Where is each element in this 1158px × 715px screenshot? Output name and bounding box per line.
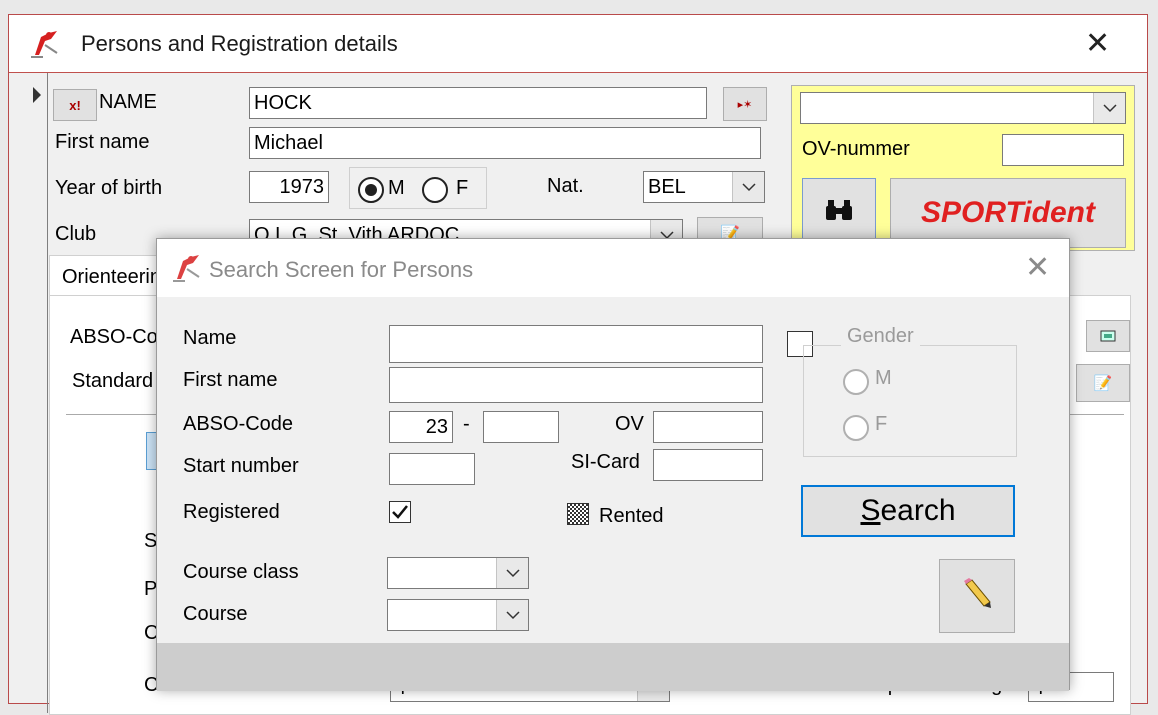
standard-edit-button[interactable]: 📝 <box>1076 364 1130 402</box>
abso-action-button[interactable] <box>1086 320 1130 352</box>
si-card-label: SI-Card <box>571 451 640 473</box>
gender-group: M F <box>349 167 487 209</box>
clear-search-button[interactable] <box>939 559 1015 633</box>
search-button[interactable]: Search <box>801 485 1015 537</box>
first-name-field[interactable]: Michael <box>249 127 761 159</box>
search-ov-label: OV <box>615 413 644 435</box>
si-dropdown[interactable] <box>800 92 1126 124</box>
checkmark-icon <box>390 505 410 527</box>
pencil-eraser-icon <box>960 576 994 616</box>
sportident-label: SPORTident <box>921 196 1095 229</box>
nat-label: Nat. <box>547 175 584 197</box>
course-class-label: Course class <box>183 561 299 583</box>
search-button-label: Search <box>860 494 955 528</box>
search-name-label: Name <box>183 327 237 349</box>
chevron-down-icon <box>732 172 764 202</box>
app-logo-icon <box>27 27 63 65</box>
tab-orienteering-label: Orienteering <box>62 266 158 288</box>
abso-code-separator: - <box>463 413 470 435</box>
card-icon <box>1100 325 1116 348</box>
binoculars-icon <box>824 198 854 228</box>
rented-label: Rented <box>599 505 664 527</box>
nat-value: BEL <box>648 176 686 198</box>
tab-orienteering[interactable]: Orienteering <box>49 255 159 295</box>
search-ov-field[interactable] <box>653 411 763 443</box>
name-action-button[interactable]: ▸✶ <box>723 87 767 121</box>
main-window-title: Persons and Registration details <box>81 31 398 56</box>
year-of-birth-label: Year of birth <box>55 177 163 199</box>
first-name-label: First name <box>55 131 150 153</box>
arrow-star-icon: ▸✶ <box>737 98 753 111</box>
year-of-birth-field[interactable]: 1973 <box>249 171 329 203</box>
gender-f-radio[interactable] <box>422 177 448 203</box>
name-label: NAME <box>99 91 157 113</box>
gender-m-radio[interactable] <box>358 177 384 203</box>
abso-code-suffix-field[interactable] <box>483 411 559 443</box>
standard-label: Standard <box>72 370 154 392</box>
search-gender-m-radio[interactable] <box>843 369 869 395</box>
yellow-panel: OV-nummer SPORTident <box>791 85 1135 251</box>
registered-label: Registered <box>183 501 280 523</box>
ov-nummer-label: OV-nummer <box>802 138 910 160</box>
search-gender-m-label: M <box>875 367 892 389</box>
rented-checkbox[interactable] <box>567 503 589 525</box>
app-logo-icon <box>169 251 205 289</box>
ov-nummer-field[interactable] <box>1002 134 1124 166</box>
edit-note-icon: 📝 <box>1093 375 1113 392</box>
search-abso-code-label: ABSO-Code <box>183 413 294 435</box>
chevron-down-icon <box>496 558 528 588</box>
gender-f-label: F <box>456 177 469 199</box>
search-course-dropdown[interactable] <box>387 599 529 631</box>
search-course-label: Course <box>183 603 248 625</box>
search-dialog-title: Search Screen for Persons <box>209 257 474 282</box>
search-first-name-label: First name <box>183 369 278 391</box>
record-selector-icon <box>31 85 43 111</box>
search-gender-f-label: F <box>875 413 888 435</box>
search-dialog-footer <box>157 643 1069 691</box>
start-number-label: Start number <box>183 455 299 477</box>
search-titlebar: Search Screen for Persons ✕ <box>157 239 1069 297</box>
chevron-down-icon <box>496 600 528 630</box>
gender-group-box <box>803 345 1017 457</box>
club-label: Club <box>55 223 97 245</box>
si-card-field[interactable] <box>653 449 763 481</box>
gender-group-label: Gender <box>841 325 920 348</box>
chevron-down-icon <box>1093 93 1125 123</box>
record-selector-divider <box>47 73 48 713</box>
name-field[interactable]: HOCK <box>249 87 707 119</box>
search-first-name-field[interactable] <box>389 367 763 403</box>
abso-code-prefix-field[interactable]: 23 <box>389 411 453 443</box>
search-button-accesskey: S <box>860 494 881 527</box>
search-close-icon[interactable]: ✕ <box>1025 253 1050 283</box>
search-gender-f-radio[interactable] <box>843 415 869 441</box>
clear-name-button-label: x! <box>69 97 81 113</box>
course-class-dropdown[interactable] <box>387 557 529 589</box>
main-titlebar: Persons and Registration details ✕ <box>9 15 1147 73</box>
clear-name-button[interactable]: x! <box>53 89 97 121</box>
start-number-field[interactable] <box>389 453 475 485</box>
main-close-icon[interactable]: ✕ <box>1085 29 1110 59</box>
search-button-text: earch <box>880 494 956 527</box>
search-name-field[interactable] <box>389 325 763 363</box>
search-dialog: Search Screen for Persons ✕ Name First n… <box>156 238 1070 691</box>
gender-m-label: M <box>388 177 405 199</box>
registered-checkbox[interactable] <box>389 501 411 523</box>
nat-dropdown[interactable]: BEL <box>643 171 765 203</box>
